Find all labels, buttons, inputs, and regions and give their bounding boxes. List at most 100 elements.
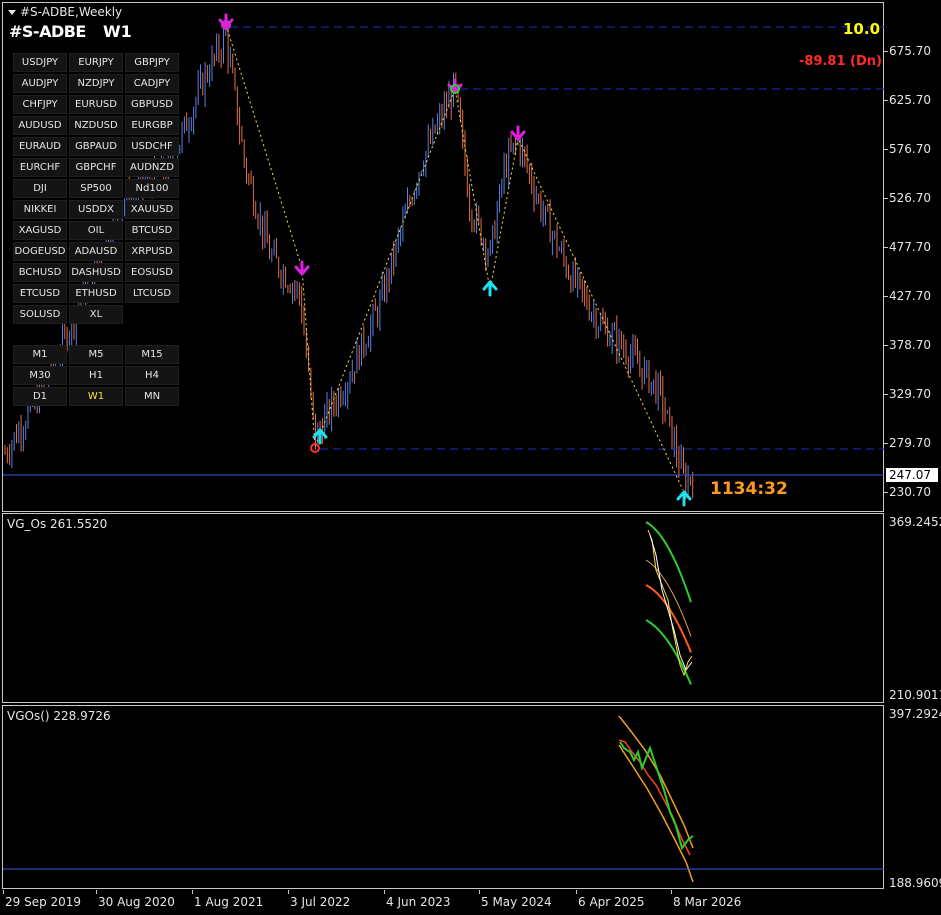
price-scale-label: 526.70 bbox=[889, 191, 931, 205]
down-arrow-icon bbox=[510, 125, 526, 141]
timeframe-button-m1[interactable]: M1 bbox=[13, 345, 67, 364]
symbol-button-bchusd[interactable]: BCHUSD bbox=[13, 263, 67, 282]
symbol-button-gbpusd[interactable]: GBPUSD bbox=[125, 95, 179, 114]
symbol-button-cadjpy[interactable]: CADJPY bbox=[125, 74, 179, 93]
symbol-button-adausd[interactable]: ADAUSD bbox=[69, 242, 123, 261]
symbol-button-etcusd[interactable]: ETCUSD bbox=[13, 284, 67, 303]
symbol-button-nikkei[interactable]: NIKKEI bbox=[13, 200, 67, 219]
symbol-button-eurchf[interactable]: EURCHF bbox=[13, 158, 67, 177]
price-scale-tick bbox=[884, 51, 888, 52]
symbol-button-audnzd[interactable]: AUDNZD bbox=[125, 158, 179, 177]
symbol-button-audjpy[interactable]: AUDJPY bbox=[13, 74, 67, 93]
indicator2-signal bbox=[619, 741, 694, 851]
time-axis-tick bbox=[3, 890, 4, 894]
symbol-button-solusd[interactable]: SOLUSD bbox=[13, 305, 67, 324]
time-axis-tick bbox=[576, 890, 577, 894]
timeframe-button-h4[interactable]: H4 bbox=[125, 366, 179, 385]
symbol-button-sp500[interactable]: SP500 bbox=[69, 179, 123, 198]
time-axis-tick bbox=[96, 890, 97, 894]
symbol-button-eosusd[interactable]: EOSUSD bbox=[125, 263, 179, 282]
price-scale-tick bbox=[884, 492, 888, 493]
symbol-button-eurjpy[interactable]: EURJPY bbox=[69, 53, 123, 72]
indicator2-scale-max: 397.2924 bbox=[889, 707, 941, 721]
symbol-button-ethusd[interactable]: ETHUSD bbox=[69, 284, 123, 303]
zigzag-line bbox=[225, 24, 684, 491]
price-scale-label: 329.70 bbox=[889, 387, 931, 401]
symbol-button-dogeusd[interactable]: DOGEUSD bbox=[13, 242, 67, 261]
time-axis-label: 29 Sep 2019 bbox=[5, 895, 82, 909]
time-axis-tick bbox=[384, 890, 385, 894]
symbol-button-dashusd[interactable]: DASHUSD bbox=[69, 263, 123, 282]
symbol-button-nzdusd[interactable]: NZDUSD bbox=[69, 116, 123, 135]
symbol-button-usddx[interactable]: USDDX bbox=[69, 200, 123, 219]
timeframe-button-mn[interactable]: MN bbox=[125, 387, 179, 406]
price-scale-label: 675.70 bbox=[889, 44, 931, 58]
current-price-tag: 247.07 bbox=[886, 468, 938, 482]
timeframe-button-w1[interactable]: W1 bbox=[69, 387, 123, 406]
price-scale-tick bbox=[884, 345, 888, 346]
timeframe-label: W1 bbox=[103, 22, 132, 41]
price-scale-tick bbox=[884, 443, 888, 444]
time-axis-label: 6 Apr 2025 bbox=[578, 895, 645, 909]
price-scale-tick bbox=[884, 247, 888, 248]
price-scale-label: 230.70 bbox=[889, 485, 931, 499]
timeframe-button-m5[interactable]: M5 bbox=[69, 345, 123, 364]
time-axis-label: 8 Mar 2026 bbox=[673, 895, 742, 909]
symbol-button-usdjpy[interactable]: USDJPY bbox=[13, 53, 67, 72]
indicator2-upper-band bbox=[618, 715, 694, 849]
price-scale-label: 576.70 bbox=[889, 142, 931, 156]
indicator1-title: VG_Os 261.5520 bbox=[7, 517, 108, 531]
price-scale-tick bbox=[884, 394, 888, 395]
time-axis-label: 30 Aug 2020 bbox=[98, 895, 175, 909]
price-scale-tick bbox=[884, 296, 888, 297]
symbol-button-xagusd[interactable]: XAGUSD bbox=[13, 221, 67, 240]
symbol-button-audusd[interactable]: AUDUSD bbox=[13, 116, 67, 135]
price-scale-tick bbox=[884, 100, 888, 101]
symbol-button-xauusd[interactable]: XAUUSD bbox=[125, 200, 179, 219]
symbol-button-gbpjpy[interactable]: GBPJPY bbox=[125, 53, 179, 72]
time-axis-tick bbox=[479, 890, 480, 894]
time-axis-tick bbox=[671, 890, 672, 894]
symbol-button-oil[interactable]: OIL bbox=[69, 221, 123, 240]
timeframe-button-m30[interactable]: M30 bbox=[13, 366, 67, 385]
timeframe-button-h1[interactable]: H1 bbox=[69, 366, 123, 385]
symbol-button-chfjpy[interactable]: CHFJPY bbox=[13, 95, 67, 114]
time-axis-tick bbox=[288, 890, 289, 894]
price-scale-tick bbox=[884, 198, 888, 199]
symbol-button-xrpusd[interactable]: XRPUSD bbox=[125, 242, 179, 261]
timeframe-button-m15[interactable]: M15 bbox=[125, 345, 179, 364]
time-axis-tick bbox=[192, 890, 193, 894]
indicator2-scale-min: 188.9609 bbox=[889, 876, 941, 890]
down-arrow-icon bbox=[294, 260, 310, 276]
indicator2-title: VGOs() 228.9726 bbox=[7, 709, 111, 723]
indicator1-line bbox=[649, 534, 693, 672]
timeframe-button-d1[interactable]: D1 bbox=[13, 387, 67, 406]
symbol-button-usdchf[interactable]: USDCHF bbox=[125, 137, 179, 156]
symbol-button-btcusd[interactable]: BTCUSD bbox=[125, 221, 179, 240]
symbol-label: #S-ADBE bbox=[9, 22, 86, 41]
indicator1-scale-max: 369.2452 bbox=[889, 515, 941, 529]
up-arrow-icon bbox=[482, 280, 498, 297]
time-axis-label: 3 Jul 2022 bbox=[290, 895, 351, 909]
collapse-triangle-icon[interactable] bbox=[8, 10, 16, 15]
symbol-button-eurusd[interactable]: EURUSD bbox=[69, 95, 123, 114]
price-scale-label: 477.70 bbox=[889, 240, 931, 254]
symbol-button-gbpaud[interactable]: GBPAUD bbox=[69, 137, 123, 156]
symbol-button-ltcusd[interactable]: LTCUSD bbox=[125, 284, 179, 303]
symbol-button-xl[interactable]: XL bbox=[69, 305, 123, 324]
symbol-button-euraud[interactable]: EURAUD bbox=[13, 137, 67, 156]
time-axis[interactable]: 29 Sep 2019 30 Aug 2020 1 Aug 2021 3 Jul 20… bbox=[0, 890, 941, 915]
price-scale-label: 625.70 bbox=[889, 93, 931, 107]
symbol-button-dji[interactable]: DJI bbox=[13, 179, 67, 198]
symbol-button-gbpchf[interactable]: GBPCHF bbox=[69, 158, 123, 177]
price-scale-label: 279.70 bbox=[889, 436, 931, 450]
symbol-button-nd100[interactable]: Nd100 bbox=[125, 179, 179, 198]
direction-value-label: -89.81 (Dn) bbox=[799, 54, 882, 69]
symbol-button-eurgbp[interactable]: EURGBP bbox=[125, 116, 179, 135]
symbol-button-nzdjpy[interactable]: NZDJPY bbox=[69, 74, 123, 93]
indicator1-scale-min: 210.9011 bbox=[889, 688, 941, 702]
price-scale-label: 427.70 bbox=[889, 289, 931, 303]
price-scale-label: 378.70 bbox=[889, 338, 931, 352]
price-scale-tick bbox=[884, 149, 888, 150]
time-axis-label: 4 Jun 2023 bbox=[386, 895, 451, 909]
